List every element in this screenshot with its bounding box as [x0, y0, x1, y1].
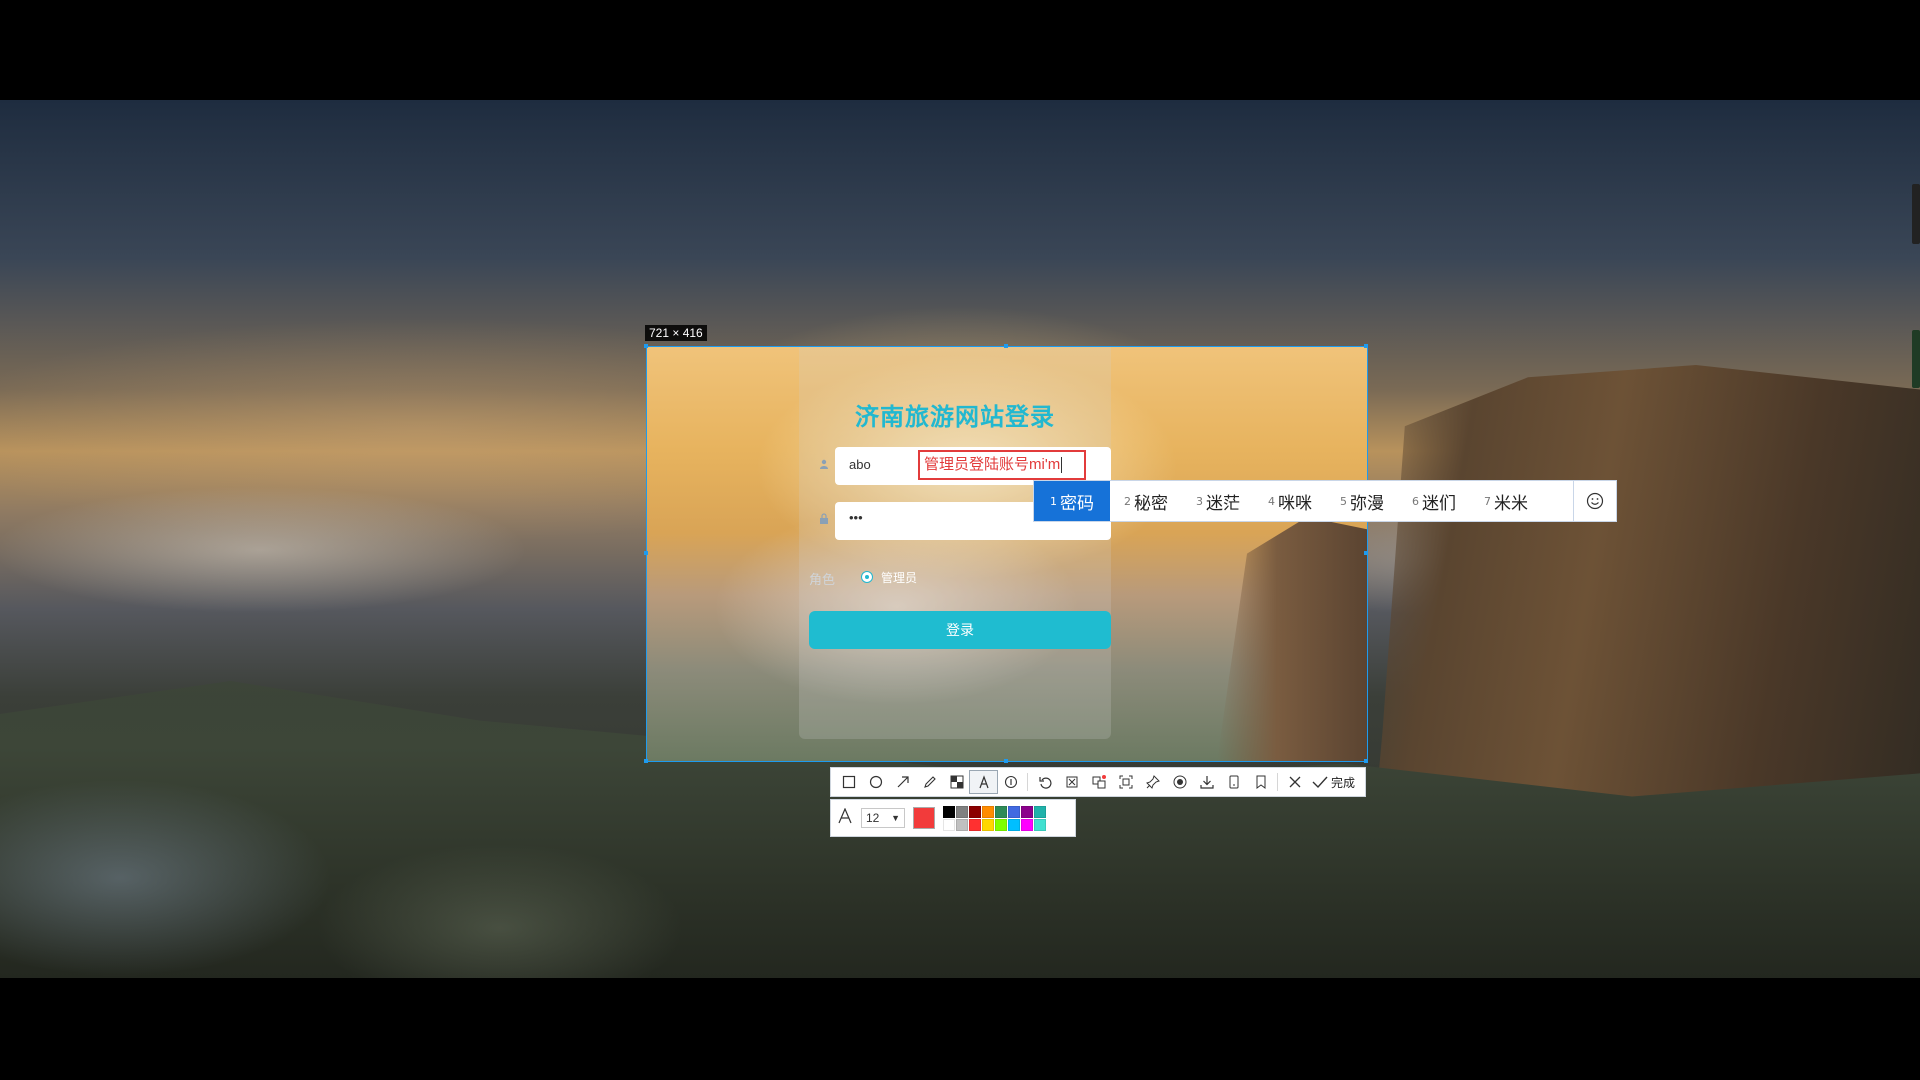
current-color-swatch[interactable] [913, 807, 935, 829]
pin-icon[interactable] [1139, 771, 1166, 793]
role-option-label: 管理员 [881, 571, 918, 585]
resize-handle-tm[interactable] [1004, 344, 1008, 348]
font-icon [837, 806, 853, 829]
login-panel: 济南旅游网站登录 abo ••• 角色 管理员 登录 [799, 347, 1111, 739]
selection-cliff [1217, 517, 1367, 761]
resize-handle-tl[interactable] [644, 344, 648, 348]
color-swatch[interactable] [982, 805, 994, 818]
text-icon[interactable] [969, 770, 998, 794]
ime-candidate-2[interactable]: 2 秘密 [1110, 481, 1182, 521]
resize-handle-bm[interactable] [1004, 759, 1008, 763]
ocr-icon[interactable] [1112, 771, 1139, 793]
role-label: 角色 [809, 572, 836, 587]
color-swatch[interactable] [982, 818, 994, 831]
color-swatch[interactable] [1034, 818, 1046, 831]
ellipse-icon[interactable] [862, 771, 889, 793]
resize-handle-br[interactable] [1364, 759, 1368, 763]
bookmark-icon[interactable] [1247, 771, 1274, 793]
login-button[interactable]: 登录 [809, 611, 1111, 649]
font-size-select[interactable]: 12 ▼ [861, 808, 905, 828]
emoji-icon[interactable] [1573, 481, 1616, 521]
chevron-down-icon: ▼ [891, 813, 900, 823]
resize-handle-bl[interactable] [644, 759, 648, 763]
color-swatch[interactable] [1034, 805, 1046, 818]
user-icon [819, 458, 829, 472]
resize-handle-mr[interactable] [1364, 551, 1368, 555]
color-swatch[interactable] [969, 805, 981, 818]
color-palette [943, 805, 1046, 831]
color-swatch[interactable] [956, 805, 968, 818]
record-icon[interactable] [1166, 771, 1193, 793]
capture-dimensions-label: 721 × 416 [645, 325, 707, 341]
download-icon[interactable] [1193, 771, 1220, 793]
password-value: ••• [849, 510, 863, 525]
ime-spacer [1542, 481, 1573, 521]
annotation-text-box[interactable]: 管理员登陆账号mi'm [918, 450, 1086, 480]
username-value: abo [849, 457, 871, 472]
text-style-toolbar: 12 ▼ [830, 799, 1076, 837]
ime-candidate-bar[interactable]: 1 密码 2 秘密 3 迷茫 4 咪咪 5 弥漫 6 迷们 7 米米 [1033, 480, 1617, 522]
toolbar-separator [1027, 773, 1028, 791]
pen-icon[interactable] [916, 771, 943, 793]
rectangle-icon[interactable] [835, 771, 862, 793]
close-icon[interactable] [1281, 771, 1308, 793]
role-radio-admin[interactable] [861, 571, 873, 583]
capture-selection[interactable]: 济南旅游网站登录 abo ••• 角色 管理员 登录 [646, 346, 1368, 762]
text-caret [1061, 457, 1063, 474]
check-icon [1312, 776, 1328, 789]
color-swatch[interactable] [1008, 818, 1020, 831]
done-button[interactable]: 完成 [1308, 774, 1359, 791]
toolbar-separator [1277, 773, 1278, 791]
annotation-text: 管理员登陆账号mi'm [924, 456, 1061, 473]
arrow-icon[interactable] [889, 771, 916, 793]
color-swatch[interactable] [1021, 818, 1033, 831]
resize-handle-tr[interactable] [1364, 344, 1368, 348]
color-swatch[interactable] [995, 805, 1007, 818]
color-swatch[interactable] [995, 818, 1007, 831]
color-swatch[interactable] [1008, 805, 1020, 818]
lock-icon [819, 513, 829, 527]
ime-candidate-1[interactable]: 1 密码 [1034, 481, 1110, 521]
scroll-rail-top[interactable] [1912, 184, 1920, 244]
ime-candidate-6[interactable]: 6 迷们 [1398, 481, 1470, 521]
color-swatch[interactable] [956, 818, 968, 831]
ime-candidate-4[interactable]: 4 咪咪 [1254, 481, 1326, 521]
color-swatch[interactable] [943, 818, 955, 831]
login-title: 济南旅游网站登录 [855, 404, 1055, 431]
number-icon[interactable] [997, 771, 1024, 793]
translate-icon[interactable] [1085, 771, 1112, 793]
undo-icon[interactable] [1031, 771, 1058, 793]
mosaic-icon[interactable] [943, 771, 970, 793]
color-swatch[interactable] [969, 818, 981, 831]
done-label: 完成 [1331, 775, 1356, 790]
color-swatch[interactable] [1021, 805, 1033, 818]
save-icon[interactable] [1220, 771, 1247, 793]
ime-candidate-7[interactable]: 7 米米 [1470, 481, 1542, 521]
ime-candidate-5[interactable]: 5 弥漫 [1326, 481, 1398, 521]
scroll-rail-bottom[interactable] [1912, 330, 1920, 388]
crop-icon[interactable] [1058, 771, 1085, 793]
color-swatch[interactable] [943, 805, 955, 818]
font-size-value: 12 [866, 811, 880, 825]
screenshot-toolbar: 完成 [830, 767, 1366, 797]
ime-candidate-3[interactable]: 3 迷茫 [1182, 481, 1254, 521]
resize-handle-ml[interactable] [644, 551, 648, 555]
